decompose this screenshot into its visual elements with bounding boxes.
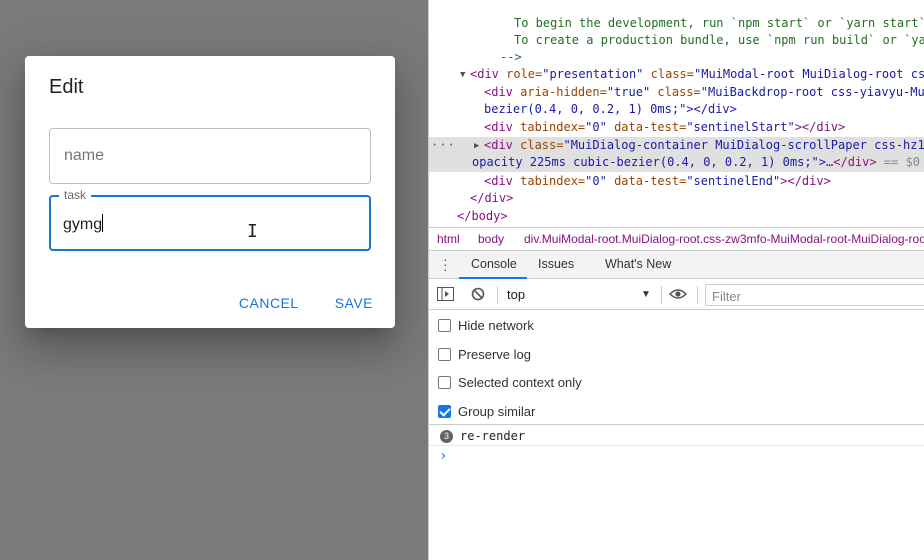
code-comment-line: To begin the development, run `npm start… [514, 16, 924, 30]
code-comment-end: --> [500, 50, 522, 64]
task-label: task [59, 188, 92, 202]
hide-network-checkbox[interactable] [438, 318, 451, 332]
dom-node-sentinel-end[interactable]: <div tabindex="0" data-test="sentinelEnd… [484, 173, 831, 190]
filter-input[interactable]: Filter [705, 284, 924, 306]
hide-network-label: Hide network [458, 317, 534, 333]
message-text: re-render [460, 429, 526, 443]
selected-context-checkbox[interactable] [438, 375, 451, 389]
save-button[interactable]: SAVE [325, 293, 383, 313]
console-toolbar: top ▼ Filter [429, 280, 924, 310]
chevron-down-icon[interactable]: ▼ [641, 289, 651, 300]
app-backdrop[interactable]: Edit name task gymg I CANCEL SAVE [0, 0, 428, 560]
console-message: 3 re-render [429, 426, 924, 446]
name-input[interactable]: name [49, 128, 371, 184]
dialog-title: Edit [49, 76, 84, 98]
hide-network-option[interactable]: Hide network [438, 316, 534, 334]
active-tab-indicator [459, 277, 527, 279]
devtools-panel: To begin the development, run `npm start… [428, 0, 924, 560]
breadcrumb-html[interactable]: html [437, 232, 460, 246]
preserve-log-checkbox[interactable] [438, 347, 451, 361]
selected-context-label: Selected context only [458, 374, 582, 390]
preserve-log-label: Preserve log [458, 346, 531, 362]
filter-placeholder: Filter [712, 289, 741, 304]
dom-close-body: </body> [457, 209, 508, 223]
code-comment-line: To create a production bundle, use `npm … [514, 33, 924, 47]
preserve-log-option[interactable]: Preserve log [438, 345, 531, 363]
sidebar-toggle-icon[interactable] [437, 287, 454, 304]
toolbar-divider [497, 286, 498, 304]
group-similar-checkbox[interactable] [438, 404, 451, 418]
expand-triangle-icon[interactable]: ▼ [460, 70, 465, 80]
collapsed-triangle-icon[interactable]: ▶ [474, 141, 479, 151]
dom-node-modal-root[interactable]: <div role="presentation" class="MuiModal… [470, 66, 924, 83]
toolbar-divider [661, 286, 662, 304]
context-select[interactable]: top [507, 287, 525, 302]
group-similar-option[interactable]: Group similar [438, 402, 535, 420]
dialog-actions: CANCEL SAVE [229, 293, 383, 313]
group-similar-label: Group similar [458, 403, 536, 419]
edit-dialog: Edit name task gymg I CANCEL SAVE [25, 56, 395, 328]
dom-node-dialog-container[interactable]: <div class="MuiDialog-container MuiDialo… [484, 137, 924, 154]
selected-context-option[interactable]: Selected context only [438, 373, 582, 391]
tab-issues[interactable]: Issues [538, 257, 574, 271]
name-placeholder: name [64, 147, 105, 164]
more-dots-icon[interactable]: ··· [431, 138, 456, 152]
tab-console[interactable]: Console [471, 257, 517, 271]
ibeam-cursor-icon: I [247, 221, 258, 242]
dom-node-backdrop[interactable]: <div aria-hidden="true" class="MuiBackdr… [484, 84, 924, 101]
elements-tree: To begin the development, run `npm start… [429, 0, 924, 226]
kebab-menu-icon[interactable]: · · · [443, 252, 448, 276]
drawer-tabs: · · · Console Issues What's New [429, 251, 924, 279]
console-prompt-icon[interactable]: › [439, 448, 447, 464]
console-settings: Hide network Preserve log Selected conte… [429, 311, 924, 425]
clear-console-icon[interactable] [471, 287, 485, 304]
cancel-button[interactable]: CANCEL [229, 293, 309, 313]
dom-node-backdrop-cont: bezier(0.4, 0, 0.2, 1) 0ms;"></div> [484, 102, 737, 116]
task-input[interactable]: task gymg I [49, 188, 371, 251]
breadcrumb-div[interactable]: div.MuiModal-root.MuiDialog-root.css-zw3… [524, 232, 924, 246]
breadcrumb-body[interactable]: body [478, 232, 504, 246]
dom-node-dialog-container-cont: opacity 225ms cubic-bezier(0.4, 0, 0.2, … [472, 155, 920, 169]
dom-close-div: </div> [470, 191, 514, 205]
tab-whats-new[interactable]: What's New [605, 257, 671, 271]
task-value: gymg [63, 214, 104, 233]
eye-icon[interactable] [668, 287, 688, 304]
breadcrumb: html body div.MuiModal-root.MuiDialog-ro… [429, 227, 924, 251]
text-caret [102, 214, 104, 232]
toolbar-divider [697, 286, 698, 304]
dom-node-sentinel-start[interactable]: <div tabindex="0" data-test="sentinelSta… [484, 119, 845, 136]
repeat-count-badge: 3 [440, 430, 453, 443]
